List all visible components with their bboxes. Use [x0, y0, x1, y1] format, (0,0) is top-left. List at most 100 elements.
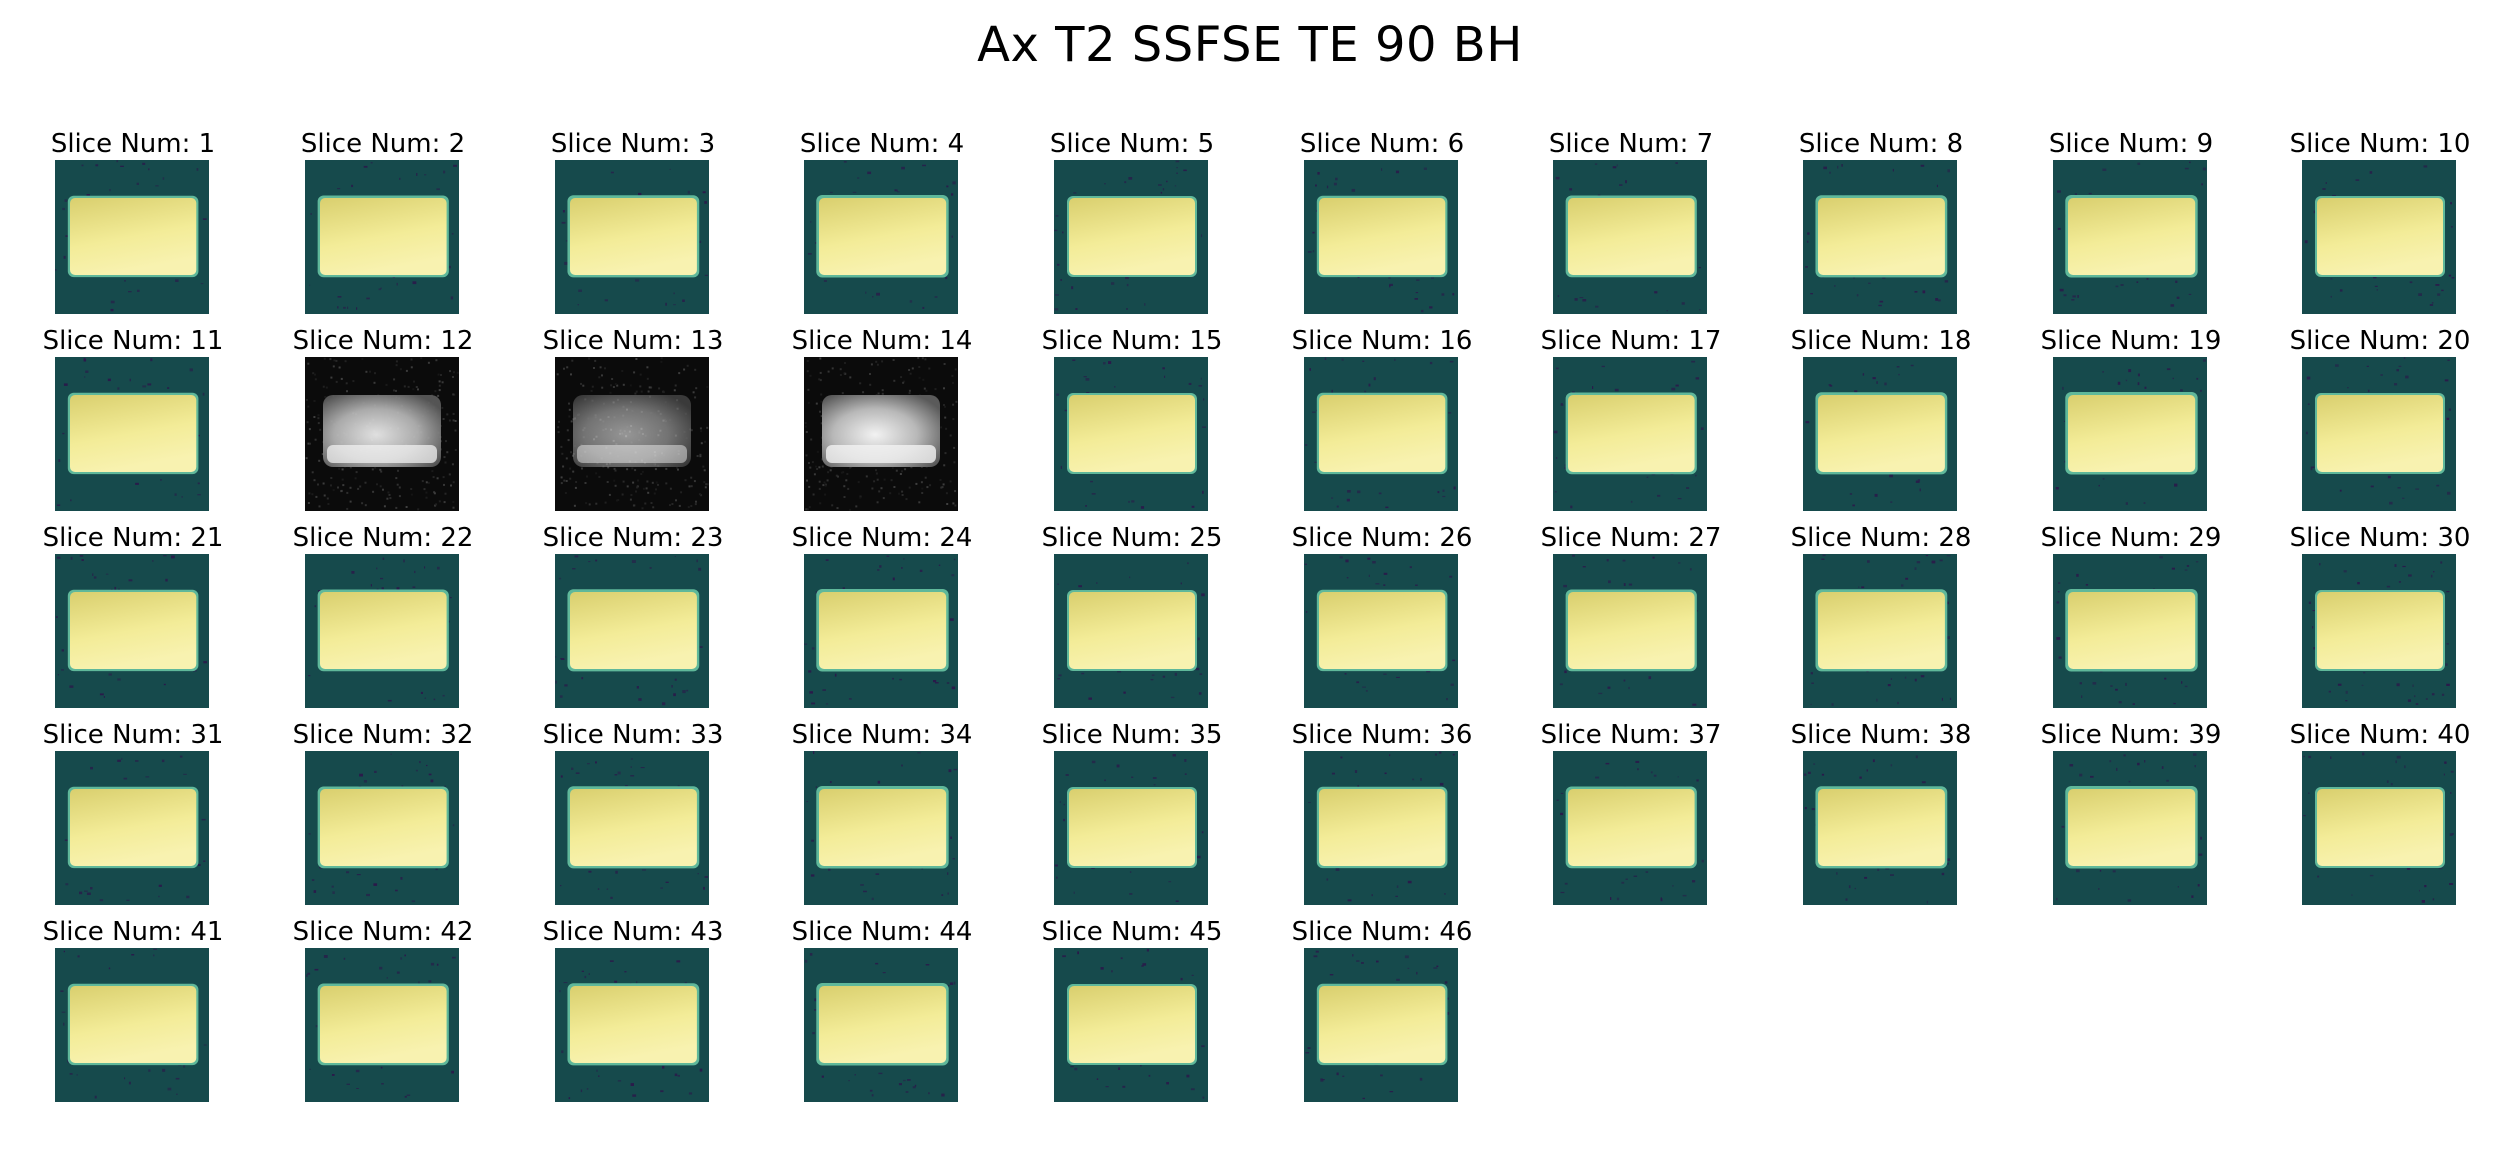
slice-image [55, 554, 209, 708]
slice-label: Slice Num: 21 [42, 523, 224, 553]
slice-image-svg [2302, 554, 2456, 708]
slice-image [1054, 160, 1208, 314]
slice-label: Slice Num: 25 [1041, 523, 1223, 553]
slice-image [1553, 160, 1707, 314]
slice-label: Slice Num: 38 [1790, 720, 1972, 750]
slice-label: Slice Num: 12 [292, 326, 474, 356]
slice-image-svg [2302, 357, 2456, 511]
slice-image-svg [1304, 554, 1458, 708]
slice-image [305, 554, 459, 708]
slice-image [555, 160, 709, 314]
slice-label: Slice Num: 28 [1790, 523, 1972, 553]
slice-image-svg [305, 357, 459, 511]
slice-label: Slice Num: 5 [1049, 129, 1215, 159]
slice-image-svg [55, 751, 209, 905]
slice-image-svg [2053, 554, 2207, 708]
slice-image [1803, 357, 1957, 511]
slice-image-svg [1054, 160, 1208, 314]
slice-image [555, 948, 709, 1102]
slice-label: Slice Num: 18 [1790, 326, 1972, 356]
slice-label: Slice Num: 11 [42, 326, 224, 356]
slice-label: Slice Num: 2 [300, 129, 466, 159]
slice-image-svg [1304, 751, 1458, 905]
slice-image [1553, 357, 1707, 511]
slice-label: Slice Num: 41 [42, 917, 224, 947]
slice-label: Slice Num: 14 [791, 326, 973, 356]
slice-image [1803, 160, 1957, 314]
slice-image [1054, 751, 1208, 905]
slice-grid: Slice Num: 1 Slice Num: 2 Slice Num: 3 Slic… [0, 0, 2500, 1150]
slice-image [55, 357, 209, 511]
slice-image-svg [1304, 357, 1458, 511]
slice-label: Slice Num: 10 [2289, 129, 2471, 159]
slice-image-svg [1304, 948, 1458, 1102]
slice-image-svg [305, 554, 459, 708]
slice-image-svg [2053, 357, 2207, 511]
slice-image-svg [804, 554, 958, 708]
slice-image-svg [1803, 751, 1957, 905]
slice-label: Slice Num: 13 [542, 326, 724, 356]
slice-image [1803, 751, 1957, 905]
slice-image [804, 554, 958, 708]
slice-image-svg [2053, 160, 2207, 314]
slice-label: Slice Num: 31 [42, 720, 224, 750]
slice-label: Slice Num: 19 [2040, 326, 2222, 356]
slice-label: Slice Num: 43 [542, 917, 724, 947]
slice-image [2053, 554, 2207, 708]
slice-image [55, 751, 209, 905]
slice-image [1803, 554, 1957, 708]
slice-image-svg [2302, 160, 2456, 314]
slice-image [55, 948, 209, 1102]
slice-image [2302, 751, 2456, 905]
slice-image-svg [1304, 160, 1458, 314]
slice-image [2053, 751, 2207, 905]
slice-image [305, 160, 459, 314]
slice-label: Slice Num: 7 [1548, 129, 1714, 159]
slice-image [1304, 160, 1458, 314]
slice-image-svg [804, 357, 958, 511]
slice-image-svg [555, 554, 709, 708]
slice-image-svg [804, 160, 958, 314]
slice-label: Slice Num: 39 [2040, 720, 2222, 750]
slice-image-svg [1803, 357, 1957, 511]
slice-image [804, 357, 958, 511]
slice-image [2053, 160, 2207, 314]
slice-image [2302, 160, 2456, 314]
slice-image [555, 357, 709, 511]
slice-image [555, 554, 709, 708]
slice-image [305, 751, 459, 905]
slice-image [1304, 948, 1458, 1102]
slice-label: Slice Num: 46 [1291, 917, 1473, 947]
slice-label: Slice Num: 22 [292, 523, 474, 553]
slice-image-svg [305, 160, 459, 314]
slice-image-svg [1054, 554, 1208, 708]
slice-image-svg [1054, 357, 1208, 511]
slice-image [1304, 554, 1458, 708]
slice-image [55, 160, 209, 314]
slice-label: Slice Num: 27 [1540, 523, 1722, 553]
slice-image [1054, 948, 1208, 1102]
slice-label: Slice Num: 32 [292, 720, 474, 750]
slice-label: Slice Num: 26 [1291, 523, 1473, 553]
slice-image-svg [305, 948, 459, 1102]
slice-label: Slice Num: 1 [50, 129, 216, 159]
slice-image-svg [1553, 160, 1707, 314]
slice-label: Slice Num: 4 [799, 129, 965, 159]
slice-label: Slice Num: 6 [1299, 129, 1465, 159]
slice-image [1304, 751, 1458, 905]
slice-label: Slice Num: 44 [791, 917, 973, 947]
slice-label: Slice Num: 17 [1540, 326, 1722, 356]
slice-image [804, 160, 958, 314]
slice-label: Slice Num: 20 [2289, 326, 2471, 356]
slice-label: Slice Num: 45 [1041, 917, 1223, 947]
slice-image-svg [555, 357, 709, 511]
slice-image [555, 751, 709, 905]
slice-image-svg [804, 948, 958, 1102]
slice-image-svg [1054, 751, 1208, 905]
slice-image [305, 948, 459, 1102]
slice-image-svg [804, 751, 958, 905]
slice-label: Slice Num: 15 [1041, 326, 1223, 356]
slice-image-svg [55, 357, 209, 511]
slice-image-svg [2053, 751, 2207, 905]
slice-label: Slice Num: 34 [791, 720, 973, 750]
